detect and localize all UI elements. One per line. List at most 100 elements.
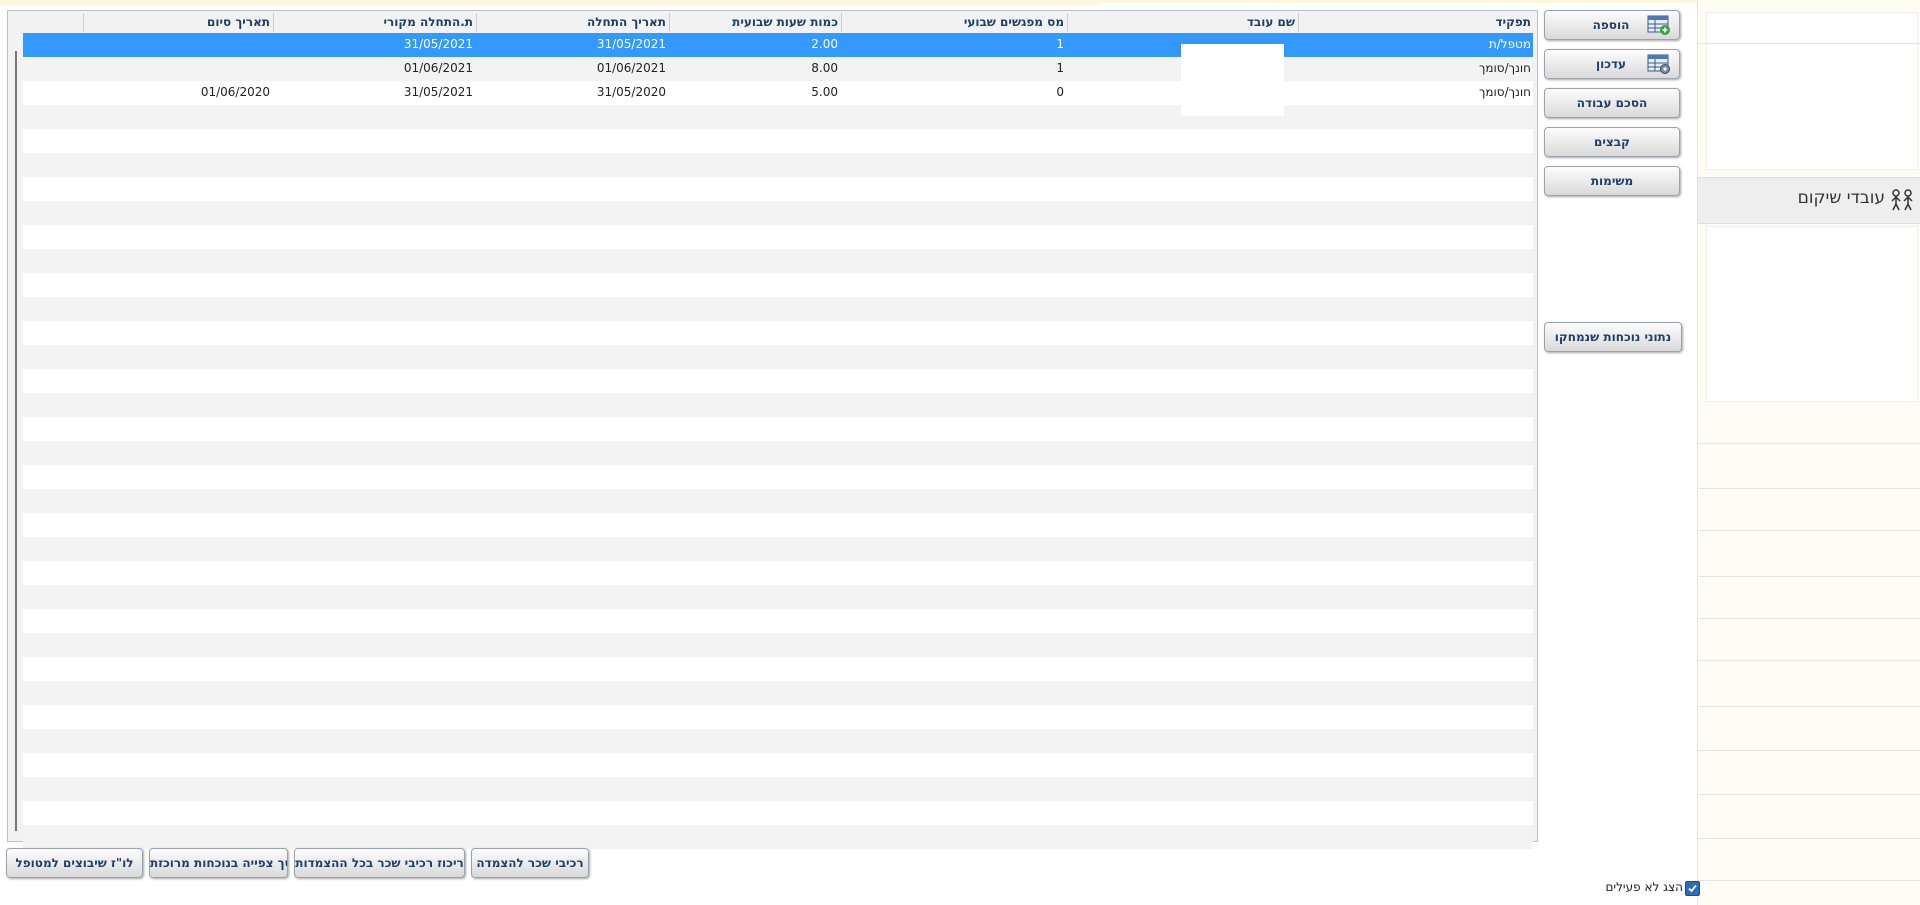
salary-summary-button[interactable]: ריכוז רכיבי שכר בכל ההצמדות (294, 848, 465, 878)
column-header-name[interactable]: שם עובד (1067, 13, 1298, 32)
right-panel-box-top (1706, 12, 1918, 170)
files-button-label: קבצים (1594, 135, 1630, 149)
right-panel-header[interactable]: עובדי שיקום (1698, 177, 1920, 224)
divider (1698, 706, 1920, 707)
update-button[interactable]: עדכון (1544, 49, 1680, 79)
check-icon (1688, 884, 1697, 893)
divider (1698, 530, 1920, 531)
deleted-attendance-button[interactable]: נתוני נוכחות שנמחקו (1544, 322, 1682, 352)
column-header-orig-start[interactable]: ת.התחלה מקורי (273, 13, 476, 32)
table-row[interactable] (23, 153, 1533, 177)
cell-orig-start: 31/05/2021 (403, 37, 473, 51)
table-row[interactable] (23, 417, 1533, 441)
salary-components-button[interactable]: רכיבי שכר להצמדה (471, 848, 589, 878)
tasks-button-label: משימות (1590, 174, 1634, 188)
top-accent-line-2 (0, 3, 1100, 6)
table-row[interactable] (23, 393, 1533, 417)
table-row[interactable] (23, 177, 1533, 201)
cell-meetings: 1 (1056, 61, 1064, 75)
divider (1698, 488, 1920, 489)
table-row[interactable] (23, 369, 1533, 393)
table-row[interactable] (23, 489, 1533, 513)
cell-meetings: 1 (1056, 37, 1064, 51)
table-row[interactable] (23, 729, 1533, 753)
table-row[interactable] (23, 633, 1533, 657)
divider (1698, 576, 1920, 577)
work-agreement-button-label: הסכם עבודה (1576, 96, 1648, 110)
cell-hours: 2.00 (811, 37, 838, 51)
cell-start: 31/05/2021 (596, 37, 666, 51)
column-header-start[interactable]: תאריך התחלה (476, 13, 669, 32)
right-panel: עובדי שיקום (1697, 0, 1920, 905)
show-inactive-toggle[interactable]: הצג לא פעילים (1605, 879, 1700, 899)
cell-role: חונך/סומך (1478, 85, 1531, 99)
tasks-button[interactable]: משימות (1544, 166, 1680, 196)
table-row[interactable] (23, 561, 1533, 585)
table-edit-icon (1647, 54, 1670, 74)
files-button[interactable]: קבצים (1544, 127, 1680, 157)
table-row[interactable] (23, 321, 1533, 345)
table-row[interactable] (23, 273, 1533, 297)
table-row[interactable]: חונך/סומך 0 5.00 31/05/2020 31/05/2021 01/06/… (23, 81, 1533, 105)
cell-meetings: 0 (1056, 85, 1064, 99)
add-button-label: הוספה (1592, 18, 1630, 32)
table-row[interactable] (23, 609, 1533, 633)
cell-end (83, 57, 273, 81)
cell-start: 01/06/2021 (596, 61, 666, 75)
table-row[interactable] (23, 441, 1533, 465)
people-icon (1891, 189, 1913, 211)
table-row[interactable] (23, 297, 1533, 321)
cell-hours: 5.00 (811, 85, 838, 99)
table-row[interactable] (23, 657, 1533, 681)
schedule-button[interactable]: לו"ז שיבוצים למטופל (6, 848, 143, 878)
cell-orig-start: 01/06/2021 (403, 61, 473, 75)
cell-role: מטפל/ת (1488, 37, 1531, 51)
table-row[interactable] (23, 681, 1533, 705)
table-row[interactable] (23, 345, 1533, 369)
table-row[interactable] (23, 825, 1533, 849)
divider (1698, 618, 1920, 619)
column-header-end[interactable]: תאריך סיום (83, 13, 273, 32)
table-row[interactable]: חונך/סומך 1 8.00 01/06/2021 01/06/2021 (23, 57, 1533, 81)
divider (1698, 750, 1920, 751)
column-header-role[interactable]: תפקיד (1298, 13, 1534, 32)
table-row[interactable] (23, 129, 1533, 153)
divider (1698, 880, 1920, 881)
column-header-hours[interactable]: כמות שעות שבועית (669, 13, 841, 32)
table-row[interactable] (23, 705, 1533, 729)
grid-scroll-line (15, 51, 17, 831)
table-row[interactable]: מטפל/ת 1 2.00 31/05/2021 31/05/2021 (23, 33, 1533, 57)
divider (1698, 443, 1920, 444)
table-row[interactable] (23, 225, 1533, 249)
table-row[interactable] (23, 201, 1533, 225)
cell-start: 31/05/2020 (596, 85, 666, 99)
table-row[interactable] (23, 537, 1533, 561)
table-row[interactable] (23, 513, 1533, 537)
table-add-icon (1647, 15, 1670, 35)
right-panel-box-bottom (1706, 226, 1918, 402)
cell-end (83, 33, 273, 57)
workers-grid: תפקיד שם עובד מס מפגשים שבועי כמות שעות … (7, 10, 1538, 849)
cell-end: 01/06/2020 (200, 85, 270, 99)
attendance-screen-button[interactable]: מסך צפייה בנוכחות מרוכזת (149, 848, 288, 878)
employee-name-placeholder (1181, 44, 1284, 116)
table-row[interactable] (23, 249, 1533, 273)
cell-role: חונך/סומך (1478, 61, 1531, 75)
add-button[interactable]: הוספה (1544, 10, 1680, 40)
table-row[interactable] (23, 801, 1533, 825)
table-row[interactable] (23, 105, 1533, 129)
update-button-label: עדכון (1595, 57, 1627, 71)
table-row[interactable] (23, 753, 1533, 777)
table-row[interactable] (23, 585, 1533, 609)
table-row[interactable] (23, 777, 1533, 801)
show-inactive-checkbox[interactable] (1685, 881, 1700, 896)
divider (1698, 838, 1920, 839)
right-panel-title: עובדי שיקום (1797, 188, 1885, 208)
divider (1698, 43, 1920, 44)
deleted-attendance-button-label: נתוני נוכחות שנמחקו (1554, 330, 1672, 344)
column-header-meetings[interactable]: מס מפגשים שבועי (841, 13, 1067, 32)
divider (1698, 794, 1920, 795)
work-agreement-button[interactable]: הסכם עבודה (1544, 88, 1680, 118)
cell-hours: 8.00 (811, 61, 838, 75)
table-row[interactable] (23, 465, 1533, 489)
